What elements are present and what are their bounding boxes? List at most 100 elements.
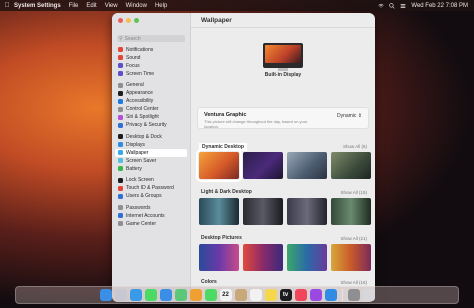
show-all-button[interactable]: Show All (6) <box>343 144 367 149</box>
sidebar-item-label: Battery <box>126 165 142 172</box>
sidebar-item-label: Lock Screen <box>126 177 154 184</box>
battery-icon <box>118 166 123 172</box>
show-all-button[interactable]: Show All (15) <box>340 190 367 195</box>
wallpaper-thumbnail[interactable] <box>331 198 371 225</box>
sidebar-item-control-center[interactable]: Control Center <box>115 106 187 114</box>
contacts-icon[interactable] <box>234 289 247 301</box>
search-placeholder: Search <box>124 35 141 42</box>
photos-icon[interactable] <box>189 289 202 301</box>
menu-app-name[interactable]: System Settings <box>14 3 61 9</box>
sidebar-item-general[interactable]: General <box>115 82 187 90</box>
zoom-button[interactable] <box>134 18 139 23</box>
sidebar-item-label: Displays <box>126 141 145 148</box>
sidebar-item-lock-screen[interactable]: Lock Screen <box>115 177 187 185</box>
wallpaper-thumbnail[interactable] <box>196 149 242 182</box>
launchpad-icon[interactable] <box>114 289 127 301</box>
screen-saver-icon <box>118 158 123 164</box>
music-icon[interactable] <box>294 289 307 301</box>
general-icon <box>118 82 123 88</box>
sidebar-item-privacy-security[interactable]: Privacy & Security <box>115 122 187 130</box>
sidebar-item-label: Siri & Spotlight <box>126 114 159 121</box>
minimize-button[interactable] <box>126 18 131 23</box>
menu-help[interactable]: Help <box>155 3 167 9</box>
tv-icon[interactable]: tv <box>279 289 292 301</box>
sidebar-item-label: Internet Accounts <box>126 212 165 219</box>
wallpaper-thumbnail[interactable] <box>287 244 327 271</box>
sidebar-item-battery[interactable]: Battery <box>115 165 187 173</box>
apple-menu-icon[interactable]:  <box>0 2 14 9</box>
lock-screen-icon <box>118 177 123 183</box>
control-center-icon <box>118 106 123 112</box>
control-center-icon[interactable] <box>400 3 406 9</box>
sidebar-item-label: Focus <box>126 62 140 69</box>
reminders-icon[interactable] <box>249 289 262 301</box>
menu-file[interactable]: File <box>69 3 79 9</box>
sidebar-item-internet-accounts[interactable]: Internet Accounts <box>115 212 187 220</box>
wifi-icon[interactable] <box>378 3 385 9</box>
safari-icon[interactable] <box>129 289 142 301</box>
display-preview-screen <box>265 45 301 63</box>
facetime-icon[interactable] <box>204 289 217 301</box>
sidebar-item-sound[interactable]: Sound <box>115 54 187 62</box>
wallpaper-thumbnail[interactable] <box>243 244 283 271</box>
show-all-button[interactable]: Show All (21) <box>340 236 367 241</box>
sidebar-item-displays[interactable]: Displays <box>115 141 187 149</box>
search-menu-icon[interactable] <box>389 2 396 9</box>
maps-icon[interactable] <box>174 289 187 301</box>
sidebar-item-label: Screen Saver <box>126 157 157 164</box>
wallpaper-thumbnail[interactable] <box>243 152 283 179</box>
wallpaper-thumbnail[interactable] <box>331 244 371 271</box>
sidebar-item-screen-saver[interactable]: Screen Saver <box>115 157 187 165</box>
wallpaper-icon <box>118 150 123 156</box>
search-field[interactable]: ⚲ Search <box>117 35 185 42</box>
dock-separator <box>341 289 343 301</box>
wallpaper-thumbnail[interactable] <box>243 198 283 225</box>
sidebar: ⚲ Search Notifications Sound Focus Screen T… <box>112 13 191 302</box>
section-title: Light & Dark Desktop <box>201 189 252 195</box>
menu-clock[interactable]: Wed Feb 22 7:08 PM <box>411 3 468 9</box>
chevron-updown-icon: ⇕ <box>357 113 362 119</box>
sidebar-item-game-center[interactable]: Game Center <box>115 220 187 228</box>
sidebar-item-passwords[interactable]: Passwords <box>115 204 187 212</box>
show-all-button[interactable]: Show All (16) <box>340 280 367 285</box>
section-title: Desktop Pictures <box>201 235 242 241</box>
sidebar-item-label: Notifications <box>126 46 154 53</box>
calendar-icon[interactable]: 22 <box>219 289 232 301</box>
wallpaper-thumbnail[interactable] <box>331 152 371 179</box>
sidebar-item-focus[interactable]: Focus <box>115 62 187 70</box>
window-controls <box>118 18 139 23</box>
wallpaper-thumbnail[interactable] <box>199 198 239 225</box>
wallpaper-thumbnail[interactable] <box>287 152 327 179</box>
podcasts-icon[interactable] <box>309 289 322 301</box>
calendar-day: 22 <box>222 292 229 298</box>
display-name: Built-in Display <box>264 72 302 78</box>
notifications-icon <box>118 47 123 53</box>
menu-view[interactable]: View <box>105 3 118 9</box>
sidebar-item-siri-spotlight[interactable]: Siri & Spotlight <box>115 114 187 122</box>
notes-icon[interactable] <box>264 289 277 301</box>
sidebar-item-label: Control Center <box>126 106 159 113</box>
sidebar-item-notifications[interactable]: Notifications <box>115 46 187 54</box>
sidebar-item-users-groups[interactable]: Users & Groups <box>115 193 187 201</box>
sidebar-item-desktop-dock[interactable]: Desktop & Dock <box>115 133 187 141</box>
menu-window[interactable]: Window <box>126 3 147 9</box>
sidebar-item-label: Passwords <box>126 204 151 211</box>
sidebar-item-touch-id-password[interactable]: Touch ID & Password <box>115 185 187 193</box>
sidebar-item-wallpaper[interactable]: Wallpaper <box>115 149 187 157</box>
wallpaper-thumbnail[interactable] <box>287 198 327 225</box>
appstore-icon[interactable] <box>324 289 337 301</box>
sidebar-item-accessibility[interactable]: Accessibility <box>115 98 187 106</box>
internet-accounts-icon <box>118 213 123 219</box>
wallpaper-thumbnail[interactable] <box>199 244 239 271</box>
trash-icon[interactable] <box>362 289 375 301</box>
close-button[interactable] <box>118 18 123 23</box>
sidebar-item-appearance[interactable]: Appearance <box>115 90 187 98</box>
sound-icon <box>118 55 123 61</box>
mail-icon[interactable] <box>159 289 172 301</box>
settings-icon[interactable] <box>347 289 360 301</box>
sidebar-item-screen-time[interactable]: Screen Time <box>115 70 187 78</box>
menu-edit[interactable]: Edit <box>86 3 96 9</box>
finder-icon[interactable] <box>99 289 112 301</box>
messages-icon[interactable] <box>144 289 157 301</box>
wallpaper-mode-select[interactable]: Dynamic ⇕ <box>337 113 362 119</box>
